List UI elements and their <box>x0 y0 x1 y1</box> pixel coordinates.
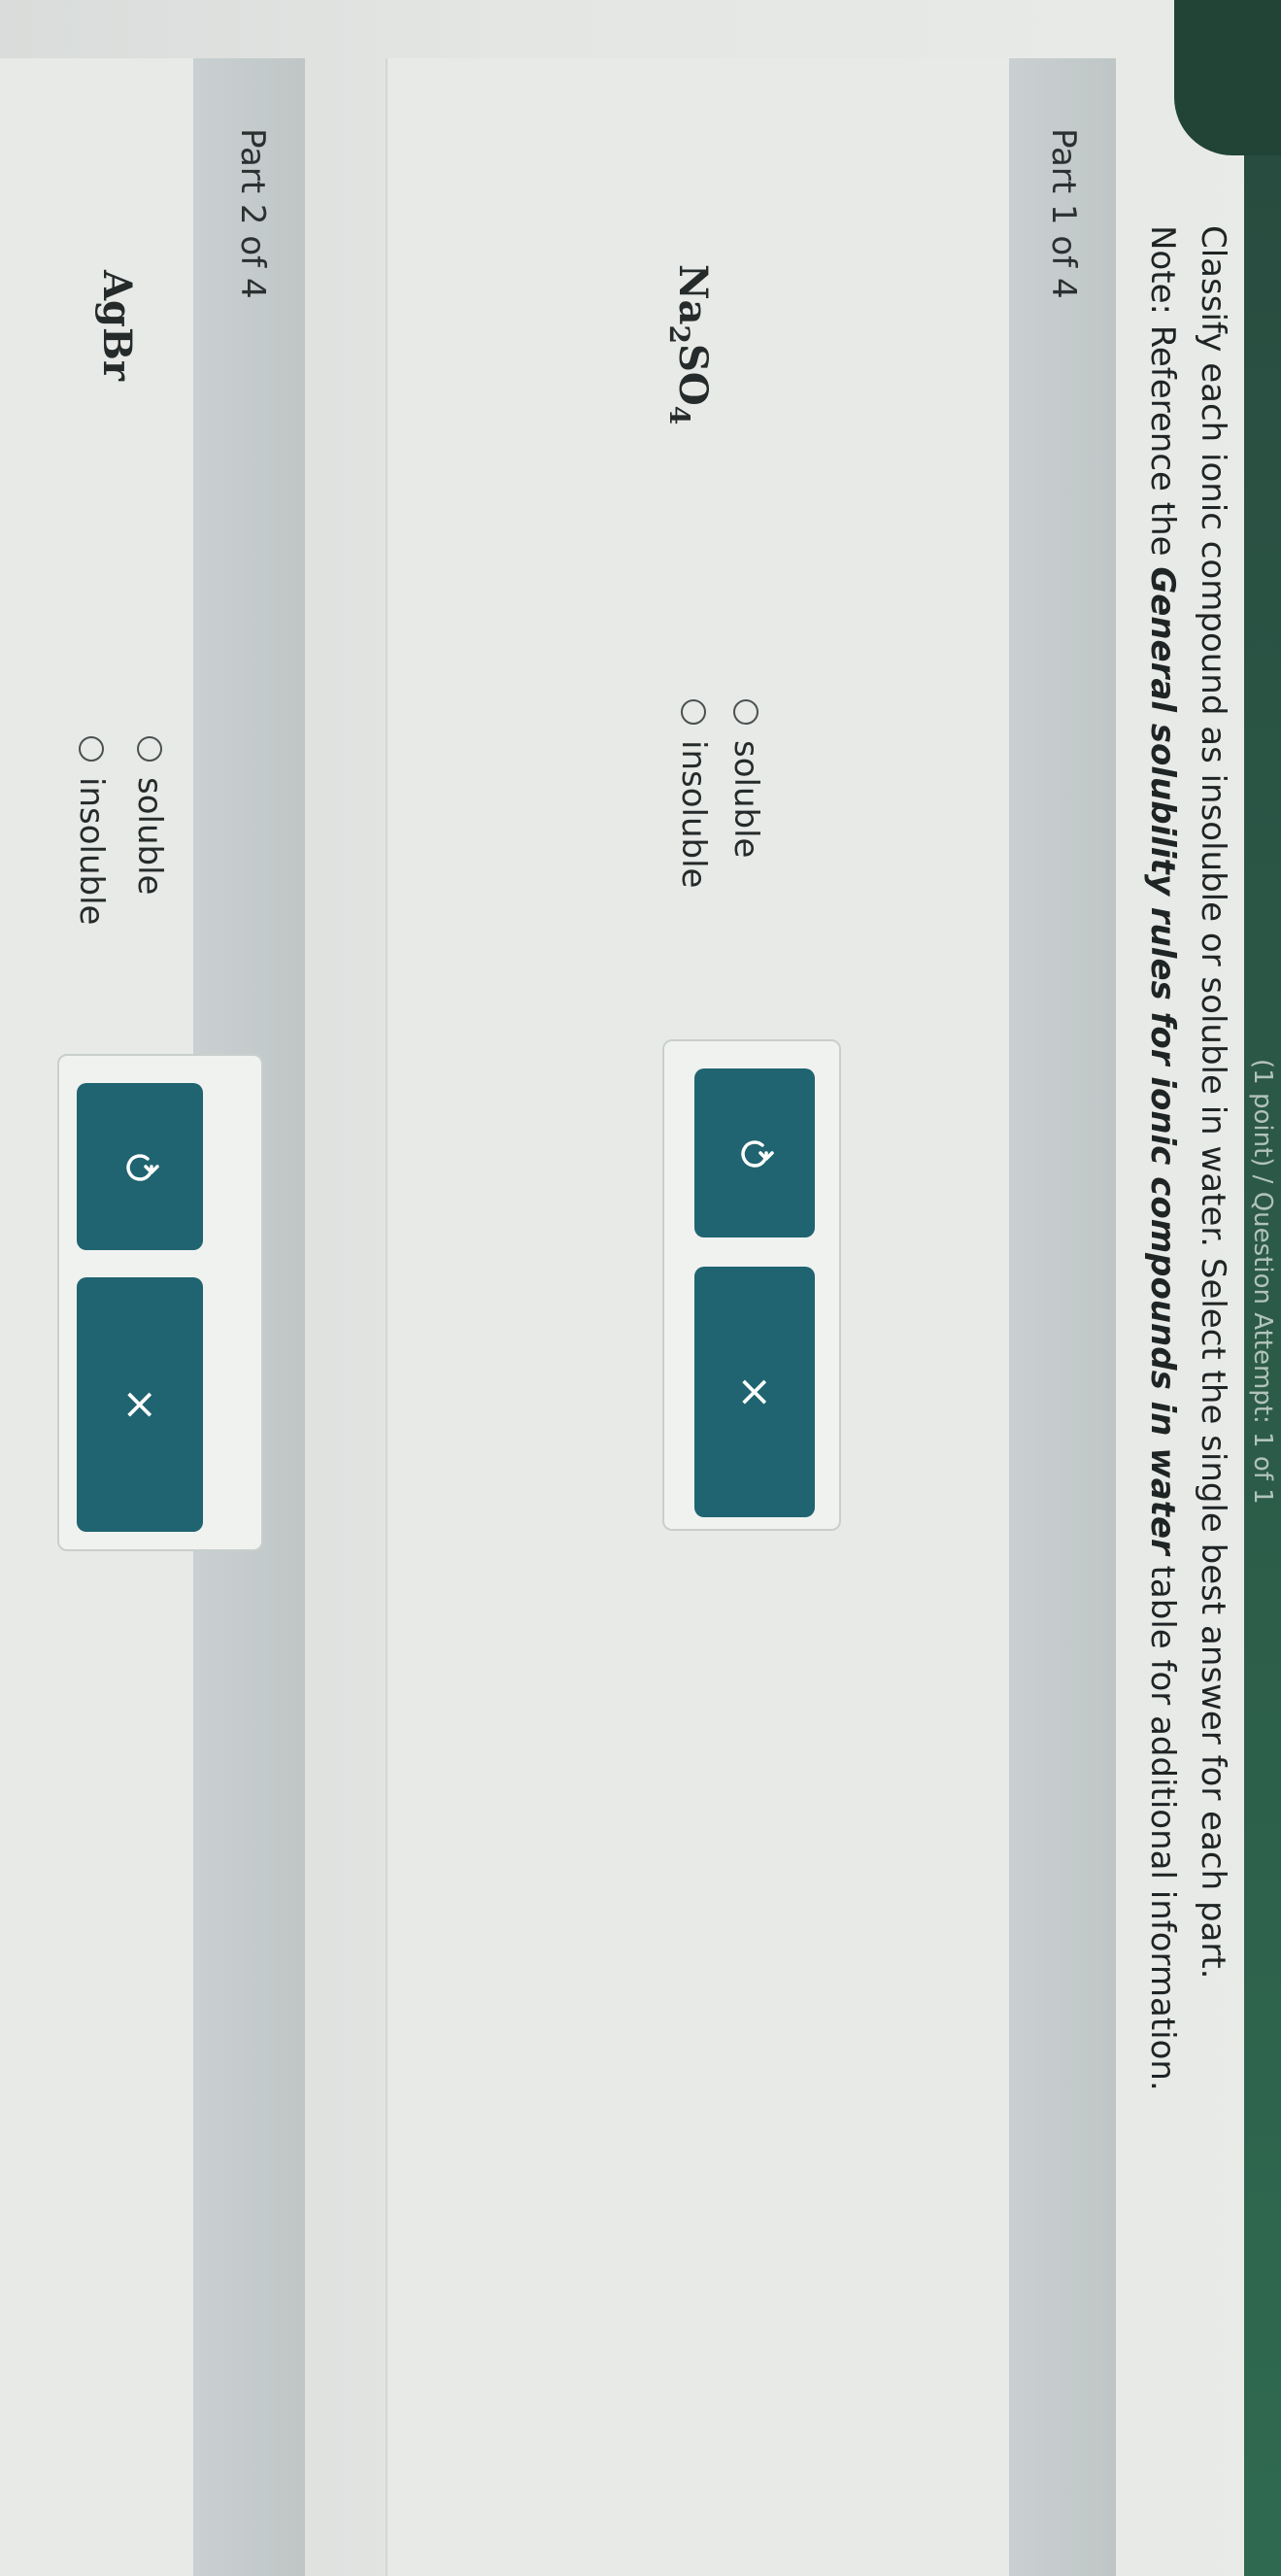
note-suffix: table for additional information. <box>1143 1554 1182 2091</box>
part-1-option-insoluble[interactable]: insoluble <box>674 699 713 888</box>
part-2-title: Part 2 of 4 <box>233 128 272 299</box>
radio-button[interactable] <box>79 736 104 762</box>
part-1-formula: Na2SO4 <box>663 264 716 424</box>
option-label: insoluble <box>72 777 111 926</box>
undo-icon <box>735 1134 774 1172</box>
formula-element-so: SO <box>670 343 716 406</box>
formula-subscript: 4 <box>663 405 695 425</box>
close-icon: × <box>730 1373 780 1410</box>
part-1-header: Part 1 of 4 <box>1009 58 1116 2576</box>
option-label: insoluble <box>674 740 713 889</box>
part-1-title: Part 1 of 4 <box>1044 128 1083 299</box>
part-1-reset-button[interactable] <box>694 1068 815 1237</box>
formula-element-na: Na <box>670 264 716 325</box>
question-note: Note: Reference the General solubility r… <box>1141 225 1184 2091</box>
formula-subscript: 2 <box>663 324 695 344</box>
corner-tab <box>1174 0 1281 155</box>
attempt-info: (1 point) / Question Attempt: 1 of 1 <box>1248 1059 1277 1505</box>
part-2-formula: AgBr <box>94 270 140 381</box>
option-label: soluble <box>726 740 765 859</box>
undo-icon <box>120 1147 159 1186</box>
note-prefix: Note: Reference the <box>1143 225 1182 567</box>
part-2-option-soluble[interactable]: soluble <box>130 736 169 895</box>
radio-button[interactable] <box>137 736 162 762</box>
part-2-reset-button[interactable] <box>77 1083 203 1250</box>
option-label: soluble <box>130 777 169 896</box>
solubility-rules-reference: General solubility rules for ionic compo… <box>1143 566 1182 1555</box>
part-1-option-soluble[interactable]: soluble <box>726 699 765 858</box>
radio-button[interactable] <box>733 699 758 725</box>
radio-button[interactable] <box>681 699 706 725</box>
part-1-clear-button[interactable]: × <box>694 1267 815 1517</box>
question-instruction: Classify each ionic compound as insolubl… <box>1194 225 1232 1980</box>
page: (1 point) / Question Attempt: 1 of 1 Cla… <box>0 0 1281 2576</box>
part-2-option-insoluble[interactable]: insoluble <box>72 736 111 925</box>
part-2-clear-button[interactable]: × <box>77 1277 203 1532</box>
part-divider <box>386 58 388 2576</box>
close-icon: × <box>116 1386 165 1423</box>
top-status-strip: (1 point) / Question Attempt: 1 of 1 <box>1244 0 1281 2576</box>
